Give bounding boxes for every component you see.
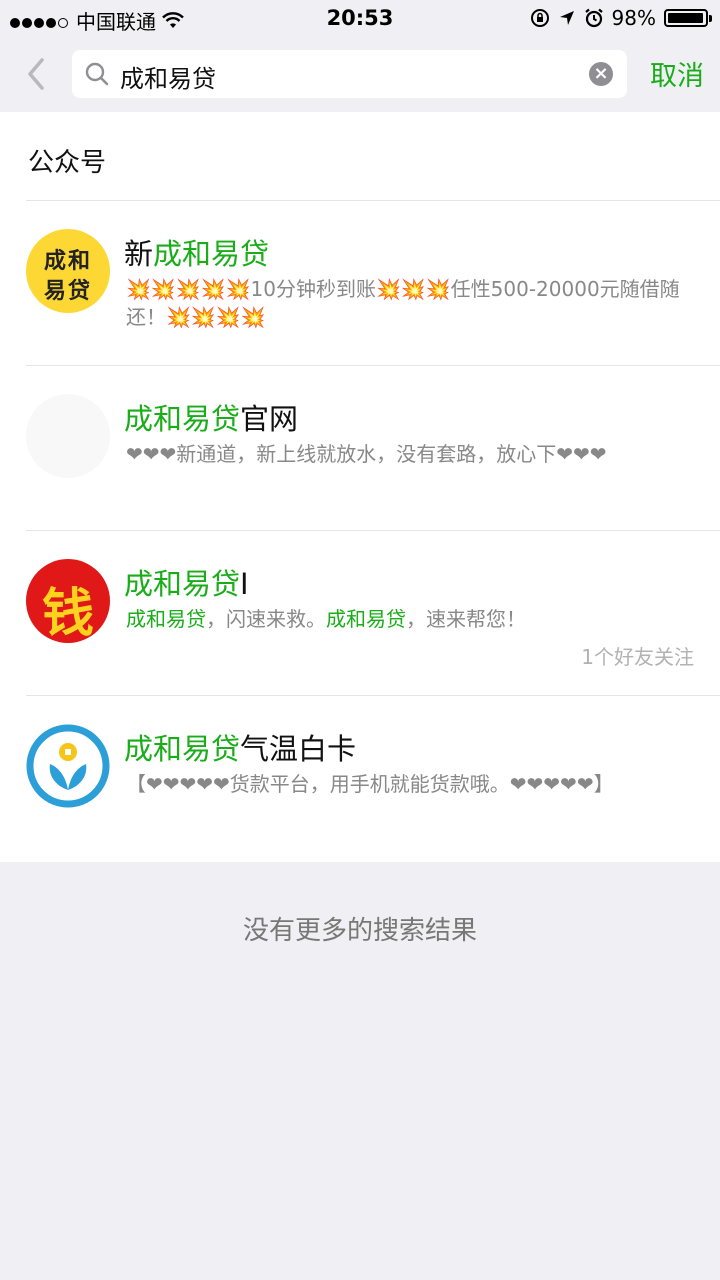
logo-icon [26, 724, 110, 808]
friend-follow-count: 1个好友关注 [581, 645, 694, 669]
battery-icon [664, 9, 712, 27]
name-prefix: 新 [124, 237, 154, 271]
account-description: 成和易贷，闪速来救。成和易贷，速来帮您！ [126, 605, 686, 633]
status-right: 98% [530, 6, 712, 30]
search-results: 公众号 成和 易贷 新成和易贷 💥💥💥💥💥10分钟秒到账💥💥💥任性500-200… [0, 112, 720, 862]
desc-text: ，闪速来救。 [206, 607, 326, 631]
section-title: 公众号 [28, 148, 107, 178]
search-query[interactable]: 成和易贷 [120, 59, 216, 94]
back-chevron-icon[interactable] [20, 54, 56, 94]
battery-fill [668, 13, 704, 23]
search-input[interactable]: 成和易贷 × [72, 50, 627, 98]
search-icon [85, 62, 109, 86]
clear-icon[interactable]: × [589, 62, 613, 86]
avatar [26, 724, 110, 808]
desc-highlight: 成和易贷 [126, 607, 206, 631]
avatar: 成和 易贷 [26, 229, 110, 313]
result-item-2[interactable]: 成和易贷官网 ❤❤❤新通道，新上线就放水，没有套路，放心下❤❤❤ [0, 366, 720, 531]
name-highlight: 成和易贷 [124, 732, 241, 766]
avatar-text-line2: 易贷 [43, 278, 92, 304]
search-header: 成和易贷 × 取消 [0, 36, 720, 113]
avatar-text: 钱 [41, 583, 94, 643]
status-bar: 中国联通 20:53 98% [0, 0, 720, 36]
name-highlight: 成和易贷 [124, 402, 241, 436]
account-name: 成和易贷I [124, 561, 249, 603]
desc-text: ，速来帮您！ [406, 607, 526, 631]
no-more-results: 没有更多的搜索结果 [242, 916, 477, 946]
name-suffix: I [240, 567, 249, 601]
name-highlight: 成和易贷 [153, 237, 270, 271]
name-suffix: 官网 [240, 402, 299, 436]
result-item-1[interactable]: 成和 易贷 新成和易贷 💥💥💥💥💥10分钟秒到账💥💥💥任性500-20000元随… [0, 201, 720, 366]
orientation-lock-icon [530, 9, 549, 27]
avatar-text-line1: 成和 [43, 248, 92, 274]
alarm-icon [584, 8, 603, 28]
battery-percent: 98% [611, 6, 656, 30]
account-description: ❤❤❤新通道，新上线就放水，没有套路，放心下❤❤❤ [126, 442, 607, 466]
name-highlight: 成和易贷 [124, 567, 241, 601]
desc-highlight: 成和易贷 [326, 607, 406, 631]
avatar [26, 394, 110, 478]
account-name: 成和易贷官网 [124, 396, 298, 438]
name-suffix: 气温白卡 [240, 732, 357, 766]
account-name: 成和易贷气温白卡 [124, 726, 356, 768]
avatar: 钱 [26, 559, 110, 643]
cancel-button[interactable]: 取消 [650, 54, 704, 93]
result-item-3[interactable]: 钱 成和易贷I 成和易贷，闪速来救。成和易贷，速来帮您！ 1个好友关注 [0, 531, 720, 696]
account-description: 【❤❤❤❤❤货款平台，用手机就能货款哦。❤❤❤❤❤】 [126, 772, 614, 796]
account-description: 💥💥💥💥💥10分钟秒到账💥💥💥任性500-20000元随借随还！💥💥💥💥 [126, 277, 680, 329]
location-arrow-icon [559, 11, 574, 25]
account-name: 新成和易贷 [124, 231, 269, 273]
result-item-4[interactable]: 成和易贷气温白卡 【❤❤❤❤❤货款平台，用手机就能货款哦。❤❤❤❤❤】 [0, 696, 720, 862]
